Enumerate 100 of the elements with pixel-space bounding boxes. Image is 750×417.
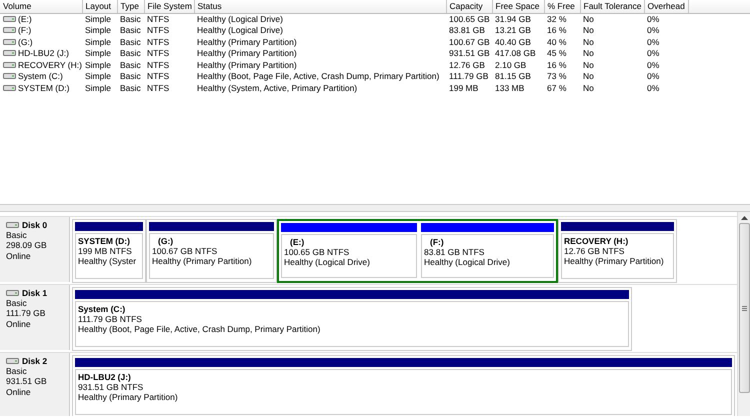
table-cell: 417.08 GB: [495, 48, 536, 58]
scrollbar-thumb[interactable]: [738, 223, 750, 393]
partition-status: Healthy (Primary Partition): [564, 256, 665, 267]
table-cell: No: [583, 36, 594, 47]
partition-size: 12.76 GB NTFS: [564, 246, 626, 256]
grip-icon: [742, 306, 746, 310]
disk-size: 111.79 GB: [6, 308, 46, 319]
table-cell: 40 %: [547, 36, 566, 47]
table-cell: Healthy (Boot, Page File, Active, Crash Dump, Primary Partition): [197, 71, 440, 82]
column-header[interactable]: Overhead: [644, 0, 688, 13]
column-header[interactable]: Capacity: [446, 0, 492, 13]
table-cell: 0%: [647, 71, 660, 82]
table-cell: 16 %: [547, 60, 566, 70]
scroll-up-icon[interactable]: [740, 216, 748, 221]
partition-block[interactable]: RECOVERY (H:) 12.76 GB NTFS Healthy (Primary Partition): [558, 219, 677, 283]
table-cell: 0%: [647, 48, 660, 58]
table-cell: Healthy (Primary Partition): [197, 48, 297, 58]
table-cell: NTFS: [147, 71, 170, 82]
partition-name: HD-LBU2 (J:): [78, 372, 132, 382]
column-header[interactable]: Fault Tolerance: [580, 0, 644, 13]
column-header[interactable]: Volume: [0, 0, 82, 13]
drive-icon: [3, 72, 16, 80]
partition-name: (G:): [157, 236, 174, 246]
column-header[interactable]: File System: [144, 0, 194, 13]
disk-type: Basic: [6, 298, 28, 308]
table-cell: 45 %: [547, 48, 566, 58]
partition-block[interactable]: System (C:) 111.79 GB NTFS Healthy (Boot, Page File, Active, Crash Dump, Primary Partition): [72, 287, 632, 351]
table-cell: 0%: [647, 60, 660, 70]
partition-status: Healthy (Syster: [78, 256, 138, 267]
disk-status: Online: [6, 250, 32, 261]
disk-size: 931.51 GB: [6, 376, 48, 387]
table-cell: (F:): [18, 25, 32, 36]
partition-size: 100.67 GB NTFS: [152, 246, 218, 256]
table-cell: HD-LBU2 (J:): [18, 48, 70, 58]
table-cell: 931.51 GB: [449, 48, 490, 58]
table-cell: 0%: [647, 82, 660, 93]
disk-status: Online: [6, 386, 32, 397]
table-cell: Healthy (System, Active, Primary Partition): [197, 82, 358, 93]
partition-size: 83.81 GB NTFS: [424, 247, 486, 258]
partition-name: SYSTEM (D:): [78, 236, 131, 246]
table-cell: (E:): [18, 14, 32, 24]
table-cell: 100.67 GB: [449, 36, 490, 47]
partition-size: 100.65 GB NTFS: [284, 247, 350, 258]
column-header[interactable]: Layout: [82, 0, 117, 13]
partition-status: Healthy (Logical Drive): [424, 257, 511, 268]
table-cell: 73 %: [547, 71, 566, 82]
disk-type: Basic: [6, 230, 28, 240]
table-cell: 100.65 GB: [449, 14, 490, 24]
table-cell: (G:): [18, 36, 33, 47]
table-cell: Simple: [85, 48, 111, 58]
disk-name: Disk 0: [22, 220, 48, 230]
table-cell: Simple: [85, 60, 111, 70]
table-cell: RECOVERY (H:): [18, 60, 82, 70]
table-cell: 16 %: [547, 25, 566, 36]
table-cell: Simple: [85, 71, 111, 82]
table-cell: 83.81 GB: [449, 25, 485, 36]
disk-type: Basic: [6, 366, 28, 376]
partition-size: 111.79 GB NTFS: [78, 314, 143, 324]
partition-name: System (C:): [78, 304, 126, 314]
partition-status: Healthy (Boot, Page File, Active, Crash Dump, Primary Partition): [78, 324, 322, 335]
table-cell: 81.15 GB: [495, 71, 531, 82]
table-cell: Basic: [120, 25, 141, 36]
table-cell: Basic: [120, 60, 141, 70]
table-cell: No: [583, 60, 594, 70]
disk-size: 298.09 GB: [6, 240, 48, 251]
table-cell: 31.94 GB: [495, 14, 531, 24]
column-header[interactable]: Status: [194, 0, 446, 13]
table-cell: Simple: [85, 14, 111, 24]
table-cell: No: [583, 82, 594, 93]
table-cell: System (C:): [18, 71, 63, 82]
table-cell: SYSTEM (D:): [18, 82, 70, 93]
table-cell: Simple: [85, 82, 111, 93]
column-header[interactable]: Free Space: [492, 0, 544, 13]
column-header[interactable]: Type: [117, 0, 144, 13]
table-cell: Simple: [85, 25, 111, 36]
drive-icon: [6, 357, 19, 366]
partition-block[interactable]: SYSTEM (D:) 199 MB NTFS Healthy (Syster: [72, 219, 146, 283]
partition-size: 931.51 GB NTFS: [78, 382, 144, 392]
table-cell: 2.10 GB: [495, 60, 526, 70]
table-cell: 133 MB: [495, 82, 524, 93]
table-cell: Basic: [120, 14, 141, 24]
table-cell: NTFS: [147, 36, 170, 47]
table-cell: Healthy (Primary Partition): [197, 60, 297, 70]
drive-icon: [3, 26, 16, 34]
drive-icon: [6, 221, 19, 230]
table-cell: No: [583, 48, 594, 58]
column-header[interactable]: % Free: [544, 0, 580, 13]
table-cell: Healthy (Primary Partition): [197, 36, 297, 47]
partition-block[interactable]: (E:) 100.65 GB NTFS Healthy (Logical Drive): [279, 221, 419, 281]
table-cell: Healthy (Logical Drive): [197, 14, 283, 24]
table-cell: Simple: [85, 36, 111, 47]
partition-block[interactable]: HD-LBU2 (J:) 931.51 GB NTFS Healthy (Primary Partition): [72, 355, 735, 416]
drive-icon: [6, 289, 19, 298]
table-cell: 40.40 GB: [495, 36, 531, 47]
partition-status: Healthy (Primary Partition): [78, 392, 179, 403]
partition-status: Healthy (Logical Drive): [284, 257, 371, 268]
table-cell: NTFS: [147, 14, 170, 24]
table-cell: 111.79 GB: [449, 71, 488, 82]
partition-block[interactable]: (G:) 100.67 GB NTFS Healthy (Primary Partition): [146, 219, 277, 283]
partition-block[interactable]: (F:) 83.81 GB NTFS Healthy (Logical Drive): [419, 221, 556, 281]
